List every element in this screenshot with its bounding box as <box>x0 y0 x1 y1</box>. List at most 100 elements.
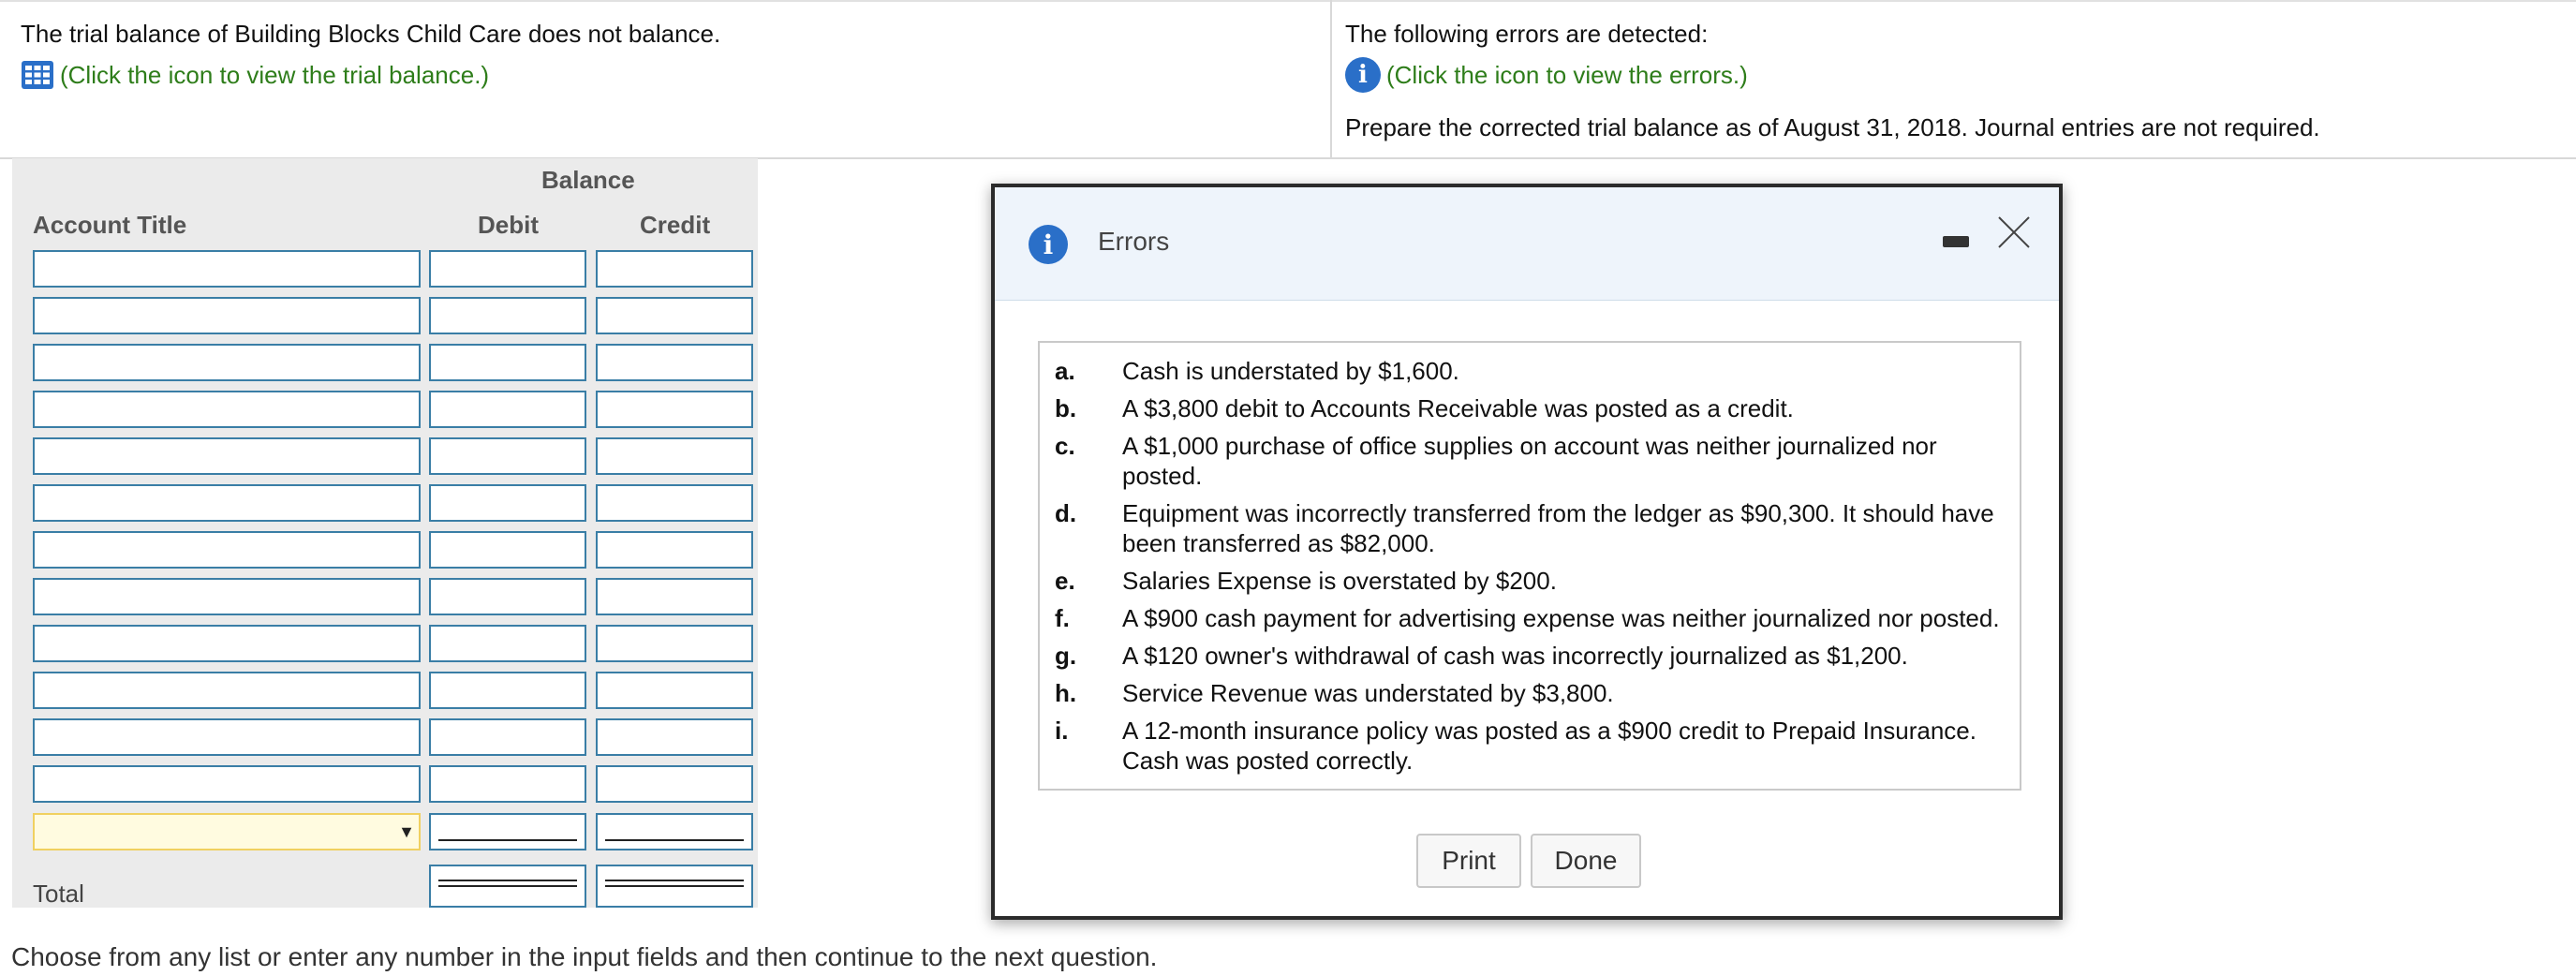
error-text: A 12-month insurance policy was posted a… <box>1122 717 1976 775</box>
debit-total-input[interactable] <box>429 865 586 908</box>
credit-input[interactable] <box>596 250 753 288</box>
account-title-input[interactable] <box>33 765 421 803</box>
done-button[interactable]: Done <box>1531 834 1641 888</box>
info-icon[interactable]: i <box>1345 57 1381 93</box>
error-letter: f. <box>1055 604 1070 632</box>
worksheet-row <box>12 250 758 291</box>
print-button[interactable]: Print <box>1416 834 1521 888</box>
account-title-header: Account Title <box>33 211 187 239</box>
credit-input[interactable] <box>596 765 753 803</box>
account-title-input[interactable] <box>33 250 421 288</box>
trial-balance-worksheet: Balance Account Title Debit Credit ▼ Tot… <box>12 158 758 908</box>
credit-input[interactable] <box>596 297 753 334</box>
dropdown-arrow-icon[interactable]: ▼ <box>398 822 415 842</box>
error-text: A $120 owner's withdrawal of cash was in… <box>1122 642 1908 670</box>
double-underline-bottom <box>605 885 744 887</box>
credit-input[interactable] <box>596 484 753 522</box>
info-icon: i <box>1029 225 1068 264</box>
account-title-input[interactable] <box>33 531 421 569</box>
error-letter: d. <box>1055 499 1077 527</box>
account-title-input[interactable] <box>33 718 421 756</box>
debit-subtotal-input[interactable] <box>429 813 586 850</box>
credit-subtotal-input[interactable] <box>596 813 753 850</box>
debit-input[interactable] <box>429 391 586 428</box>
account-title-input[interactable] <box>33 297 421 334</box>
worksheet-row <box>12 672 758 713</box>
credit-input[interactable] <box>596 672 753 709</box>
account-title-input[interactable] <box>33 578 421 615</box>
error-text: Cash is understated by $1,600. <box>1122 357 1459 385</box>
trial-balance-link[interactable]: (Click the icon to view the trial balanc… <box>21 56 1327 94</box>
credit-input[interactable] <box>596 718 753 756</box>
account-title-input[interactable] <box>33 625 421 662</box>
double-underline-bottom <box>438 885 577 887</box>
debit-input[interactable] <box>429 531 586 569</box>
credit-input[interactable] <box>596 437 753 475</box>
debit-input[interactable] <box>429 484 586 522</box>
trial-balance-statement: The trial balance of Building Blocks Chi… <box>21 20 721 48</box>
trial-balance-link-label[interactable]: (Click the icon to view the trial balanc… <box>60 56 489 94</box>
total-row <box>12 865 758 908</box>
credit-input[interactable] <box>596 625 753 662</box>
double-underline-top <box>605 880 744 881</box>
credit-input[interactable] <box>596 344 753 381</box>
account-title-input[interactable] <box>33 344 421 381</box>
credit-input[interactable] <box>596 391 753 428</box>
debit-input[interactable] <box>429 672 586 709</box>
errors-link[interactable]: i (Click the icon to view the errors.) <box>1345 56 2563 94</box>
debit-input[interactable] <box>429 437 586 475</box>
error-text: Service Revenue was understated by $3,80… <box>1122 679 1614 707</box>
errors-list-box: a. Cash is understated by $1,600. b. A $3,8… <box>1038 341 2021 791</box>
errors-link-label[interactable]: (Click the icon to view the errors.) <box>1386 56 1748 94</box>
credit-input[interactable] <box>596 531 753 569</box>
debit-input[interactable] <box>429 718 586 756</box>
error-text: A $1,000 purchase of office supplies on … <box>1122 432 1937 490</box>
error-letter: a. <box>1055 357 1075 385</box>
close-icon[interactable] <box>1995 214 2033 251</box>
debit-input[interactable] <box>429 297 586 334</box>
double-underline-top <box>438 880 577 881</box>
account-select[interactable]: ▼ <box>33 813 421 850</box>
debit-input[interactable] <box>429 625 586 662</box>
account-title-input[interactable] <box>33 484 421 522</box>
debit-input[interactable] <box>429 344 586 381</box>
errors-list: a. Cash is understated by $1,600. b. A $3,8… <box>1040 343 2020 776</box>
error-item: b. A $3,800 debit to Accounts Receivable … <box>1040 393 2020 423</box>
error-item: h. Service Revenue was understated by $3,… <box>1040 678 2020 708</box>
account-title-input[interactable] <box>33 437 421 475</box>
dialog-title: Errors <box>1098 227 1170 256</box>
credit-input[interactable] <box>596 578 753 615</box>
error-text: Salaries Expense is overstated by $200. <box>1122 567 1557 595</box>
balance-heading: Balance <box>541 166 635 194</box>
worksheet-row <box>12 484 758 525</box>
errors-statement: The following errors are detected: <box>1345 20 1709 48</box>
debit-header: Debit <box>478 211 539 239</box>
debit-input[interactable] <box>429 765 586 803</box>
table-icon[interactable] <box>21 60 54 90</box>
worksheet-row <box>12 437 758 479</box>
error-item: f. A $900 cash payment for advertising ex… <box>1040 603 2020 633</box>
error-letter: g. <box>1055 642 1077 670</box>
error-item: i. A 12-month insurance policy was posted… <box>1040 716 2020 776</box>
worksheet-row <box>12 344 758 385</box>
credit-total-input[interactable] <box>596 865 753 908</box>
account-title-input[interactable] <box>33 672 421 709</box>
errors-dialog: i Errors a. Cash is understated by $1,600… <box>991 184 2063 920</box>
error-text: A $3,800 debit to Accounts Receivable wa… <box>1122 394 1794 422</box>
worksheet-row <box>12 578 758 619</box>
credit-header: Credit <box>640 211 711 239</box>
worksheet-row <box>12 625 758 666</box>
total-label: Total <box>33 880 84 908</box>
debit-input[interactable] <box>429 250 586 288</box>
error-letter: i. <box>1055 717 1069 745</box>
account-title-input[interactable] <box>33 391 421 428</box>
error-item: e. Salaries Expense is overstated by $200… <box>1040 566 2020 596</box>
debit-input[interactable] <box>429 578 586 615</box>
underline <box>438 839 577 841</box>
worksheet-row <box>12 391 758 432</box>
footer-instruction: Choose from any list or enter any number… <box>11 942 1158 971</box>
question-right-panel: The following errors are detected: i (Cl… <box>1330 0 2576 157</box>
error-letter: h. <box>1055 679 1077 707</box>
error-item: a. Cash is understated by $1,600. <box>1040 356 2020 386</box>
minimize-icon[interactable] <box>1943 236 1969 247</box>
